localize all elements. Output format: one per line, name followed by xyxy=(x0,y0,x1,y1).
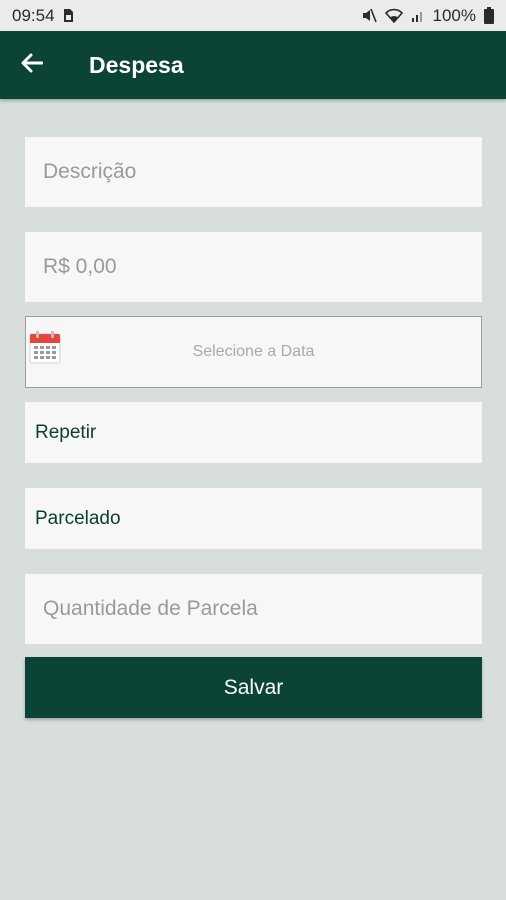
battery-level: 100% xyxy=(432,5,476,25)
repetir-option[interactable]: Repetir xyxy=(25,402,482,463)
parcelado-option[interactable]: Parcelado xyxy=(25,488,482,549)
quantidade-field xyxy=(25,574,482,644)
status-bar: 09:54 100% xyxy=(0,0,506,31)
back-button[interactable] xyxy=(0,31,64,99)
descricao-input[interactable] xyxy=(25,137,482,207)
signal-icon xyxy=(411,8,425,23)
arrow-left-icon xyxy=(21,53,44,78)
valor-input[interactable] xyxy=(25,232,482,302)
status-time: 09:54 xyxy=(12,5,55,25)
save-button[interactable]: Salvar xyxy=(25,657,482,718)
quantidade-input[interactable] xyxy=(25,574,482,644)
sim-icon xyxy=(63,8,74,23)
descricao-field xyxy=(25,137,482,207)
date-picker[interactable]: Selecione a Data xyxy=(25,316,482,388)
wifi-icon xyxy=(384,8,403,23)
parcelado-label: Parcelado xyxy=(35,507,121,529)
calendar-icon xyxy=(29,330,61,369)
mute-icon xyxy=(361,8,377,23)
repetir-label: Repetir xyxy=(35,421,97,443)
app-bar: Despesa xyxy=(0,31,506,99)
page-title: Despesa xyxy=(89,51,184,78)
battery-icon xyxy=(484,7,494,24)
date-picker-label: Selecione a Data xyxy=(192,343,315,360)
valor-field xyxy=(25,232,482,302)
